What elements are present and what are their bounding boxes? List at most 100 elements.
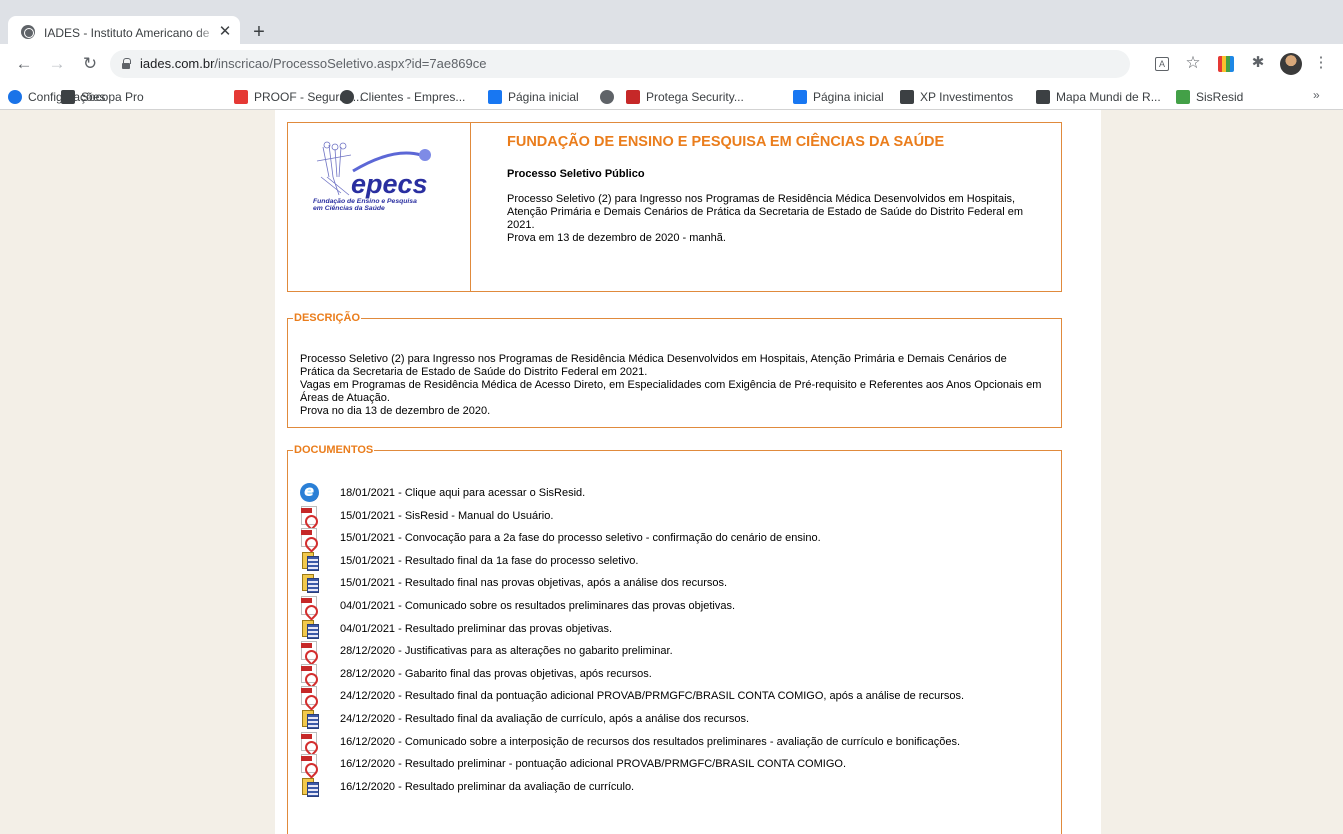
header-box: epecs Fundação de Ensino e Pesquisa em C… [287,122,1062,292]
document-link[interactable]: 28/12/2020 - Gabarito final das provas o… [340,668,652,680]
half-moon-icon [340,90,354,104]
document-link[interactable]: 24/12/2020 - Resultado final da pontuaçã… [340,690,964,702]
pdf-icon[interactable] [301,528,317,548]
document-item[interactable]: 15/01/2021 - Convocação para a 2a fase d… [300,528,1050,551]
pdf-icon[interactable] [301,754,317,774]
kebab-menu-icon[interactable]: ⋮ [1313,54,1329,71]
document-link[interactable]: 15/01/2021 - Convocação para a 2a fase d… [340,532,821,544]
process-desc-line: Processo Seletivo (2) para Ingresso nos … [507,193,1016,205]
bookmark-item[interactable]: Protega Security... [626,89,744,105]
document-item[interactable]: 04/01/2021 - Resultado preliminar das pr… [300,619,1050,642]
bookmark-label: Clientes - Empres... [360,90,466,104]
bookmark-item[interactable]: Socopa Pro [61,89,144,105]
org-title: FUNDAÇÃO DE ENSINO E PESQUISA EM CIÊNCIA… [507,134,945,150]
bookmark-item[interactable]: Clientes - Empres... [340,89,465,105]
spreadsheet-icon[interactable] [300,709,319,729]
process-title: Processo Seletivo Público [507,168,645,180]
pdf-icon[interactable] [301,505,317,525]
document-item[interactable]: 24/12/2020 - Resultado final da avaliaçã… [300,709,1050,732]
document-item[interactable]: 18/01/2021 - Clique aqui para acessar o … [300,482,1050,506]
url-host: iades.com.br [140,56,215,71]
socopa-icon [61,90,75,104]
bookmark-item[interactable]: Página inicial [488,89,579,105]
document-item[interactable]: 16/12/2020 - Resultado preliminar - pont… [300,754,1050,777]
document-item[interactable]: 16/12/2020 - Resultado preliminar da ava… [300,777,1050,800]
bookmark-item[interactable]: SisResid [1176,89,1243,105]
gear-icon [8,90,22,104]
globe-icon [600,90,614,104]
logo-subtitle-2: em Ciências da Saúde [313,205,385,212]
tab-close-icon[interactable]: ✕ [217,23,233,41]
document-link[interactable]: 04/01/2021 - Resultado preliminar das pr… [340,623,612,635]
spreadsheet-icon[interactable] [300,573,319,594]
pdf-icon[interactable] [301,595,317,615]
extension-icon[interactable] [1218,56,1234,72]
address-bar[interactable]: iades.com.br/inscricao/ProcessoSeletivo.… [110,50,1130,78]
translate-icon[interactable]: A [1155,57,1169,71]
document-item[interactable]: 15/01/2021 - Resultado final nas provas … [300,573,1050,596]
document-link[interactable]: 15/01/2021 - Resultado final nas provas … [340,577,727,589]
descricao-section: DESCRIÇÃO Processo Seletivo (2) para Ing… [287,312,1062,428]
process-desc-line: Atenção Primária e Demais Cenários de Pr… [507,206,1024,218]
spreadsheet-icon[interactable] [300,777,319,797]
pdf-icon[interactable] [301,686,317,706]
tab-title-fade [196,24,218,42]
pdf-icon[interactable] [301,641,317,661]
descricao-line: Prática da Secretaria de Estado de Saúde… [300,366,648,378]
forward-button[interactable]: → [47,54,67,74]
bookmark-item[interactable]: Página inicial [793,89,884,105]
shield-icon [626,90,640,104]
pdf-icon[interactable] [301,731,317,751]
document-item[interactable]: 28/12/2020 - Gabarito final das provas o… [300,663,1050,687]
bookmark-item[interactable]: Mapa Mundi de R... [1036,89,1161,105]
toolbar: ← → ↻ iades.com.br/inscricao/ProcessoSel… [0,44,1343,84]
bookmark-label: Página inicial [508,90,579,104]
star-icon[interactable]: ☆ [1185,54,1201,72]
documents-list: 18/01/2021 - Clique aqui para acessar o … [300,482,1050,800]
document-link[interactable]: 18/01/2021 - Clique aqui para acessar o … [340,487,585,499]
document-link[interactable]: 16/12/2020 - Comunicado sobre a interpos… [340,736,960,748]
ie-link-icon[interactable] [300,482,319,502]
new-tab-button[interactable]: + [249,22,269,42]
documentos-section: DOCUMENTOS 18/01/2021 - Clique aqui para… [287,444,1062,834]
puzzle-icon[interactable]: ✱ [1250,54,1266,71]
document-link[interactable]: 16/12/2020 - Resultado preliminar - pont… [340,758,846,770]
browser-chrome: IADES - Instituto Americano de ✕ + ← → ↻… [0,0,1343,110]
bookmarks-more-icon[interactable]: » [1313,88,1320,102]
document-link[interactable]: 04/01/2021 - Comunicado sobre os resulta… [340,600,735,612]
document-item[interactable]: 24/12/2020 - Resultado final da pontuaçã… [300,686,1050,709]
document-item[interactable]: 15/01/2021 - SisResid - Manual do Usuári… [300,505,1050,529]
document-link[interactable]: 24/12/2020 - Resultado final da avaliaçã… [340,713,749,725]
mapa-icon [1036,90,1050,104]
document-item[interactable]: 16/12/2020 - Comunicado sobre a interpos… [300,731,1050,755]
logo-subtitle-1: Fundação de Ensino e Pesquisa [313,198,417,205]
bookmark-item[interactable] [600,89,620,105]
descricao-line: Vagas em Programas de Residência Médica … [300,379,1042,391]
xp-icon [900,90,914,104]
descricao-line: Processo Seletivo (2) para Ingresso nos … [300,353,1007,365]
lock-icon[interactable] [122,58,131,69]
document-link[interactable]: 16/12/2020 - Resultado preliminar da ava… [340,781,634,793]
bookmark-item[interactable]: XP Investimentos [900,89,1013,105]
back-button[interactable]: ← [14,54,34,74]
document-item[interactable]: 15/01/2021 - Resultado final da 1a fase … [300,551,1050,574]
process-description: Processo Seletivo (2) para Ingresso nos … [507,193,1052,245]
pdf-icon[interactable] [301,663,317,683]
bookmark-label: Página inicial [813,90,884,104]
document-link[interactable]: 15/01/2021 - Resultado final da 1a fase … [340,555,638,567]
document-link[interactable]: 28/12/2020 - Justificativas para as alte… [340,645,673,657]
descricao-line: Áreas de Atuação. [300,392,390,404]
spreadsheet-icon[interactable] [300,551,319,571]
avatar[interactable] [1280,53,1302,75]
document-item[interactable]: 28/12/2020 - Justificativas para as alte… [300,641,1050,664]
bookmark-label: Protega Security... [646,90,744,104]
reload-button[interactable]: ↻ [80,54,100,74]
spreadsheet-icon[interactable] [300,619,319,639]
url-text[interactable]: iades.com.br/inscricao/ProcessoSeletivo.… [140,56,487,71]
bookmark-label: Socopa Pro [81,90,144,104]
sisresid-icon [1176,90,1190,104]
document-link[interactable]: 15/01/2021 - SisResid - Manual do Usuári… [340,510,553,522]
document-item[interactable]: 04/01/2021 - Comunicado sobre os resulta… [300,595,1050,619]
tab-title[interactable]: IADES - Instituto Americano de [44,26,214,40]
url-path: /inscricao/ProcessoSeletivo.aspx?id=7ae8… [214,56,487,71]
